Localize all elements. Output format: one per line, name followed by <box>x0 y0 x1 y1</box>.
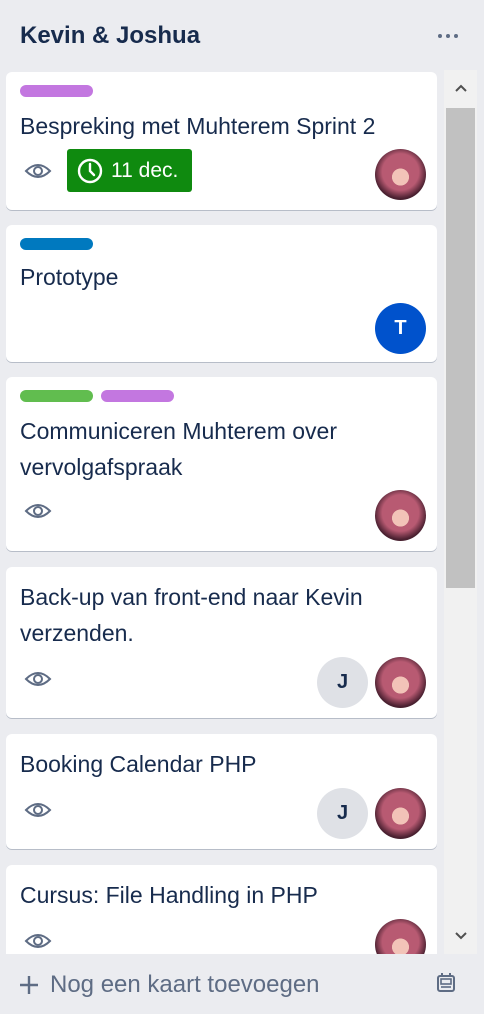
watch-eye-icon <box>24 164 52 178</box>
card-title-line-1: Back-up van front-end naar Kevin <box>20 584 363 610</box>
card-bespreking[interactable]: Bespreking met Muhterem Sprint 2 11 dec. <box>6 72 437 210</box>
watch-eye-icon <box>24 504 52 518</box>
card-cursus-file-handling[interactable]: Cursus: File Handling in PHP <box>6 865 437 954</box>
clock-icon <box>77 158 103 183</box>
cards-container: Bespreking met Muhterem Sprint 2 11 dec.… <box>0 70 484 954</box>
member-avatar-t[interactable]: T <box>375 303 426 354</box>
member-avatar[interactable] <box>375 919 426 954</box>
card-booking-calendar[interactable]: Booking Calendar PHP J <box>6 734 437 849</box>
plus-icon <box>20 976 38 994</box>
member-avatar-j[interactable]: J <box>317 788 368 839</box>
card-title: Booking Calendar PHP <box>20 751 257 777</box>
list-header: Kevin & Joshua <box>0 0 484 72</box>
label-green[interactable] <box>20 390 93 402</box>
add-card-button[interactable]: Nog een kaart toevoegen <box>18 968 378 1002</box>
scrollbar-thumb[interactable] <box>446 108 475 588</box>
card-communiceren[interactable]: Communiceren Muhterem over vervolgafspra… <box>6 377 437 551</box>
label-purple[interactable] <box>101 390 174 402</box>
list-footer: Nog een kaart toevoegen <box>0 956 484 1014</box>
card-title-line-2: verzenden. <box>20 620 134 646</box>
due-date-text: 11 dec. <box>111 158 179 182</box>
watch-eye-icon <box>24 803 52 817</box>
card-title-line-1: Communiceren Muhterem over <box>20 418 338 444</box>
member-avatar-j[interactable]: J <box>317 657 368 708</box>
scroll-down-button[interactable] <box>444 918 477 954</box>
more-horizontal-icon[interactable] <box>432 22 464 50</box>
card-template-button[interactable] <box>431 968 461 998</box>
add-card-label: Nog een kaart toevoegen <box>50 971 320 998</box>
chevron-up-icon <box>454 84 467 92</box>
card-backup[interactable]: Back-up van front-end naar Kevin verzend… <box>6 567 437 718</box>
card-template-icon <box>437 973 455 992</box>
card-title: Prototype <box>20 264 119 290</box>
member-avatar[interactable] <box>375 657 426 708</box>
scroll-up-button[interactable] <box>444 70 477 106</box>
card-prototype[interactable]: Prototype T <box>6 225 437 362</box>
label-blue[interactable] <box>20 238 93 250</box>
label-purple[interactable] <box>20 85 93 97</box>
list-title[interactable]: Kevin & Joshua <box>20 22 200 50</box>
card-labels <box>20 390 174 402</box>
card-title: Bespreking met Muhterem Sprint 2 <box>20 113 376 139</box>
watch-eye-icon <box>24 934 52 948</box>
member-avatar[interactable] <box>375 149 426 200</box>
member-avatar[interactable] <box>375 490 426 541</box>
due-date-badge[interactable]: 11 dec. <box>67 149 192 192</box>
scrollbar[interactable] <box>444 70 477 954</box>
member-avatar[interactable] <box>375 788 426 839</box>
chevron-down-icon <box>454 932 467 940</box>
card-labels <box>20 238 93 250</box>
watch-eye-icon <box>24 672 52 686</box>
card-labels <box>20 85 93 97</box>
card-title-line-2: vervolgafspraak <box>20 454 183 480</box>
card-title: Cursus: File Handling in PHP <box>20 882 318 908</box>
